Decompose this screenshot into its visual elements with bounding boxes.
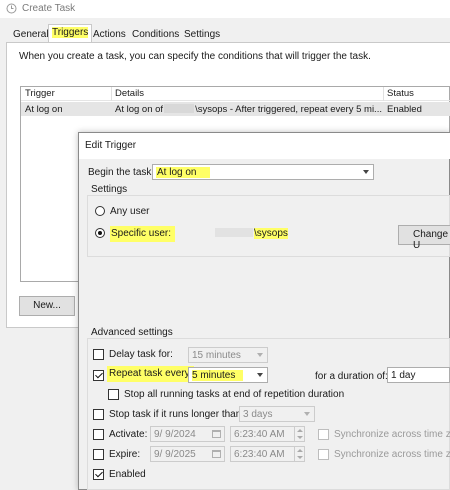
spinner-icon[interactable] (294, 447, 304, 461)
stop-all-checkbox[interactable] (108, 389, 119, 400)
chevron-down-icon (363, 170, 369, 174)
delay-value: 15 minutes (192, 350, 241, 361)
activate-label[interactable]: Activate: (109, 429, 147, 440)
activate-date-value: 9/ 9/2024 (154, 429, 196, 440)
activate-date-field[interactable]: 9/ 9/2024 (150, 426, 225, 442)
chevron-down-icon (257, 373, 263, 377)
triggers-intro: When you create a task, you can specify … (19, 51, 371, 62)
begin-task-value: At log on (156, 167, 211, 178)
column-details[interactable]: Details (115, 88, 144, 99)
repeat-value: 5 minutes (192, 370, 244, 381)
column-status[interactable]: Status (387, 88, 414, 99)
stop-longer-label[interactable]: Stop task if it runs longer than: (109, 409, 244, 420)
sync-expire-label[interactable]: Synchronize across time zone (334, 449, 450, 460)
delay-checkbox[interactable] (93, 349, 104, 360)
trigger-cell: At log on (25, 104, 63, 115)
enabled-checkbox[interactable] (93, 469, 104, 480)
expire-date-field[interactable]: 9/ 9/2025 (150, 446, 225, 462)
settings-label: Settings (91, 184, 128, 195)
column-separator (383, 87, 384, 101)
specific-user-radio[interactable] (95, 228, 105, 238)
tab-general[interactable]: General (9, 26, 53, 42)
tab-triggers[interactable]: Triggers (48, 24, 93, 43)
repeat-label-text: Repeat task every: (107, 366, 195, 382)
duration-label: for a duration of: (315, 371, 388, 382)
user-value: \sysops (214, 228, 288, 239)
window-title: Create Task (22, 3, 76, 14)
dialog-title: Edit Trigger (85, 140, 137, 151)
specific-user-label[interactable]: Specific user: (110, 226, 176, 242)
sync-activate-checkbox[interactable] (318, 429, 329, 440)
any-user-radio[interactable] (95, 206, 105, 216)
duration-value: 1 day (391, 370, 416, 381)
status-cell: Enabled (387, 104, 422, 115)
sync-expire-checkbox[interactable] (318, 449, 329, 460)
user-suffix: \sysops (254, 228, 288, 239)
expire-date-value: 9/ 9/2025 (154, 449, 196, 460)
activate-checkbox[interactable] (93, 429, 104, 440)
column-trigger[interactable]: Trigger (25, 88, 55, 99)
stop-all-label[interactable]: Stop all running tasks at end of repetit… (124, 389, 344, 400)
expire-time-value: 6:23:40 AM (234, 449, 285, 460)
tab-actions[interactable]: Actions (89, 26, 130, 42)
details-prefix: At log on of (115, 104, 164, 115)
repeat-checkbox[interactable] (93, 370, 104, 381)
details-suffix: \sysops - After triggered, repeat every … (195, 104, 382, 115)
stop-longer-checkbox[interactable] (93, 409, 104, 420)
activate-time-field[interactable]: 6:23:40 AM (230, 426, 305, 442)
redacted-domain (215, 228, 253, 237)
tab-triggers-label: Triggers (52, 27, 89, 38)
begin-label: Begin the task: (88, 167, 155, 178)
chevron-down-icon (257, 353, 263, 357)
tab-conditions[interactable]: Conditions (128, 26, 183, 42)
new-trigger-button[interactable]: New... (19, 296, 75, 316)
expire-time-field[interactable]: 6:23:40 AM (230, 446, 305, 462)
trigger-list-header (21, 87, 450, 101)
create-task-window: Create Task General Triggers Actions Con… (0, 0, 450, 490)
expire-checkbox[interactable] (93, 449, 104, 460)
expire-label[interactable]: Expire: (109, 449, 140, 460)
enabled-label[interactable]: Enabled (109, 469, 146, 480)
delay-select[interactable]: 15 minutes (188, 347, 268, 363)
tab-settings[interactable]: Settings (180, 26, 224, 42)
begin-task-select[interactable]: At log on (152, 164, 374, 180)
any-user-label[interactable]: Any user (110, 206, 149, 217)
stop-longer-select[interactable]: 3 days (239, 406, 315, 422)
details-cell: At log on of \sysops - After triggered, r… (115, 104, 382, 115)
repeat-select[interactable]: 5 minutes (188, 367, 268, 383)
calendar-icon (212, 430, 221, 438)
repeat-label[interactable]: Repeat task every: (107, 366, 195, 382)
clock-icon (6, 3, 17, 14)
sync-activate-label[interactable]: Synchronize across time zone (334, 429, 450, 440)
change-user-button[interactable]: Change U (398, 225, 450, 251)
column-separator (111, 87, 112, 101)
activate-time-value: 6:23:40 AM (234, 429, 285, 440)
duration-select[interactable]: 1 day (387, 367, 450, 383)
advanced-settings-label: Advanced settings (91, 327, 173, 338)
spinner-icon[interactable] (294, 427, 304, 441)
delay-label[interactable]: Delay task for: (109, 349, 173, 360)
calendar-icon (212, 450, 221, 458)
stop-longer-value: 3 days (243, 409, 273, 420)
specific-user-text: Specific user: (110, 226, 176, 242)
redacted-domain (164, 104, 195, 113)
chevron-down-icon (304, 412, 310, 416)
